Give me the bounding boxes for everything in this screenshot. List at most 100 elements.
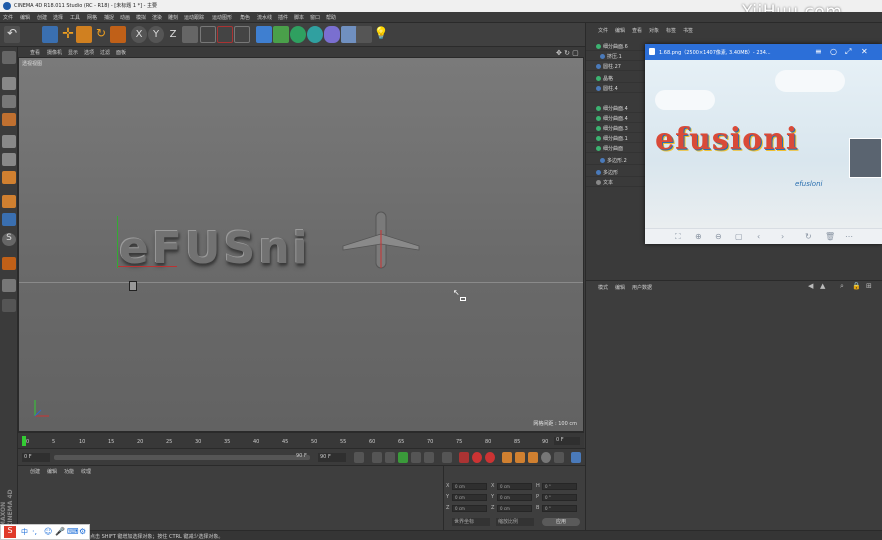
current-frame-field[interactable]: 0 F (554, 437, 580, 445)
nav-back-icon[interactable]: ◀ (808, 282, 813, 290)
object-handle-icon[interactable] (129, 281, 137, 291)
frame-range-slider[interactable] (54, 455, 310, 460)
y-axis-icon[interactable]: Y (148, 26, 164, 43)
coord-field[interactable]: 0 ° (542, 494, 577, 501)
keyframe-selection-icon[interactable] (485, 452, 495, 463)
ime-keyboard-icon[interactable]: ⌨ (67, 527, 79, 536)
grid-icon[interactable] (2, 299, 16, 312)
viewport-nav-icon[interactable]: ✥ ↻ ▢ (556, 49, 579, 57)
nurbs-icon[interactable] (290, 26, 306, 43)
end-frame-field[interactable]: 90 F (318, 453, 346, 462)
search-icon[interactable]: ⌕ (840, 282, 844, 291)
coord-field[interactable]: 0 ° (542, 505, 577, 512)
object-row[interactable]: 多边形.2 (586, 155, 646, 165)
floor-icon[interactable] (341, 26, 357, 43)
attr-tab[interactable]: 创建 (30, 468, 40, 475)
coord-field[interactable]: 0 cm (452, 505, 487, 512)
go-to-end-icon[interactable] (442, 452, 452, 463)
object-tab[interactable]: 书签 (683, 27, 693, 34)
lock-icon[interactable]: 🔒 (852, 282, 861, 290)
timeline-ruler[interactable]: 0 5 10 15 20 25 30 35 40 45 50 55 60 65 … (18, 432, 584, 448)
ime-punct-icon[interactable]: ·, (32, 527, 37, 536)
go-to-start-icon[interactable] (354, 452, 364, 463)
menu-item[interactable]: 窗口 (310, 14, 320, 21)
apply-button[interactable]: 应用 (542, 518, 580, 526)
coord-field[interactable]: 0 cm (497, 494, 532, 501)
menu-item[interactable]: 流水线 (257, 14, 272, 21)
z-axis-icon[interactable]: Z (165, 26, 181, 43)
scale-tool-icon[interactable] (76, 26, 92, 43)
coord-mode-select[interactable]: 世界坐标 (452, 518, 490, 526)
object-row[interactable]: 圆柱.4 (586, 83, 646, 93)
coord-field[interactable]: 0 cm (452, 483, 487, 490)
render-view-icon[interactable] (200, 26, 216, 43)
rotate-tool-icon[interactable]: ↻ (93, 26, 109, 43)
menu-item[interactable]: 网格 (87, 14, 97, 21)
ime-logo-icon[interactable]: S (4, 526, 16, 538)
menu-item[interactable]: 渲染 (152, 14, 162, 21)
object-tab[interactable]: 查看 (632, 27, 642, 34)
coord-field[interactable]: 0 cm (497, 505, 532, 512)
menu-item[interactable]: 创建 (37, 14, 47, 21)
object-row[interactable]: 挤压.1 (586, 51, 646, 61)
undo-icon[interactable]: ↶ (4, 26, 20, 43)
object-row[interactable]: 细分曲面.3 (586, 123, 646, 133)
ime-tools-icon[interactable]: ⚙ (79, 527, 86, 536)
workplane-lock-icon[interactable] (2, 279, 16, 292)
object-row[interactable]: 晶格 (586, 73, 646, 83)
object-tab[interactable]: 文件 (598, 27, 608, 34)
timeline-menu-icon[interactable] (571, 452, 581, 463)
object-tab[interactable]: 对象 (649, 27, 659, 34)
object-tab[interactable]: 标签 (666, 27, 676, 34)
ime-emoji-icon[interactable]: ☺ (44, 527, 52, 536)
quantize-icon[interactable] (2, 257, 16, 270)
record-keys-icon[interactable] (459, 452, 469, 463)
viewport-menu-item[interactable]: 过滤 (100, 49, 110, 56)
menu-item[interactable]: 角色 (240, 14, 250, 21)
edges-mode-icon[interactable] (2, 153, 16, 166)
menu-item[interactable]: 雕刻 (168, 14, 178, 21)
props-tab[interactable]: 编辑 (615, 284, 625, 291)
viewport-menu-item[interactable]: 选项 (84, 49, 94, 56)
attr-tab[interactable]: 纹理 (81, 468, 91, 475)
render-picture-viewer-icon[interactable] (217, 26, 233, 43)
cube-icon[interactable] (256, 26, 272, 43)
menu-item[interactable]: 脚本 (294, 14, 304, 21)
position-key-icon[interactable] (502, 452, 512, 463)
menu-item[interactable]: 帮助 (326, 14, 336, 21)
coord-field[interactable]: 0 ° (542, 483, 577, 490)
object-row[interactable]: 细分曲面.1 (586, 133, 646, 143)
props-tab[interactable]: 用户数据 (632, 284, 652, 291)
perspective-viewport[interactable]: 透视视图 eFUSni ↖ 网格间距 : 100 cm (18, 57, 584, 432)
attr-tab[interactable]: 编辑 (47, 468, 57, 475)
fit-icon[interactable]: ⛶ (675, 232, 681, 242)
workplane-icon[interactable] (2, 113, 16, 126)
menu-item[interactable]: 模拟 (136, 14, 146, 21)
pin-icon[interactable]: ○ (830, 47, 837, 56)
prev-frame-icon[interactable] (385, 452, 395, 463)
more-icon[interactable]: ⋯ (845, 232, 853, 241)
viewport-menu-item[interactable]: 显示 (68, 49, 78, 56)
render-settings-icon[interactable] (234, 26, 250, 43)
menu-item[interactable]: 动画 (120, 14, 130, 21)
menu-item[interactable]: 运动跟踪 (184, 14, 204, 21)
ime-lang-icon[interactable]: 中 (21, 527, 28, 537)
new-panel-icon[interactable]: ⊞ (866, 282, 872, 290)
snap-icon[interactable]: S (2, 233, 16, 246)
menu-item[interactable]: 捕捉 (104, 14, 114, 21)
rotate-icon[interactable]: ↻ (805, 232, 812, 241)
menu-item[interactable]: 工具 (70, 14, 80, 21)
close-icon[interactable]: ✕ (861, 47, 868, 56)
move-tool-icon[interactable]: ✛ (60, 26, 76, 43)
point-level-icon[interactable] (554, 452, 564, 463)
menu-item[interactable]: 运动图形 (212, 14, 232, 21)
pen-spline-icon[interactable] (273, 26, 289, 43)
viewport-menu-item[interactable]: 摄像机 (47, 49, 62, 56)
start-frame-field[interactable]: 0 F (22, 453, 50, 462)
fullscreen-icon[interactable]: ⤢ (845, 47, 851, 57)
select-tool-icon[interactable] (42, 26, 58, 43)
camera-icon[interactable] (356, 26, 372, 43)
object-row[interactable]: 圆柱.27 (586, 61, 646, 71)
nav-up-icon[interactable]: ▲ (820, 282, 825, 290)
ime-voice-icon[interactable]: 🎤 (55, 527, 65, 536)
